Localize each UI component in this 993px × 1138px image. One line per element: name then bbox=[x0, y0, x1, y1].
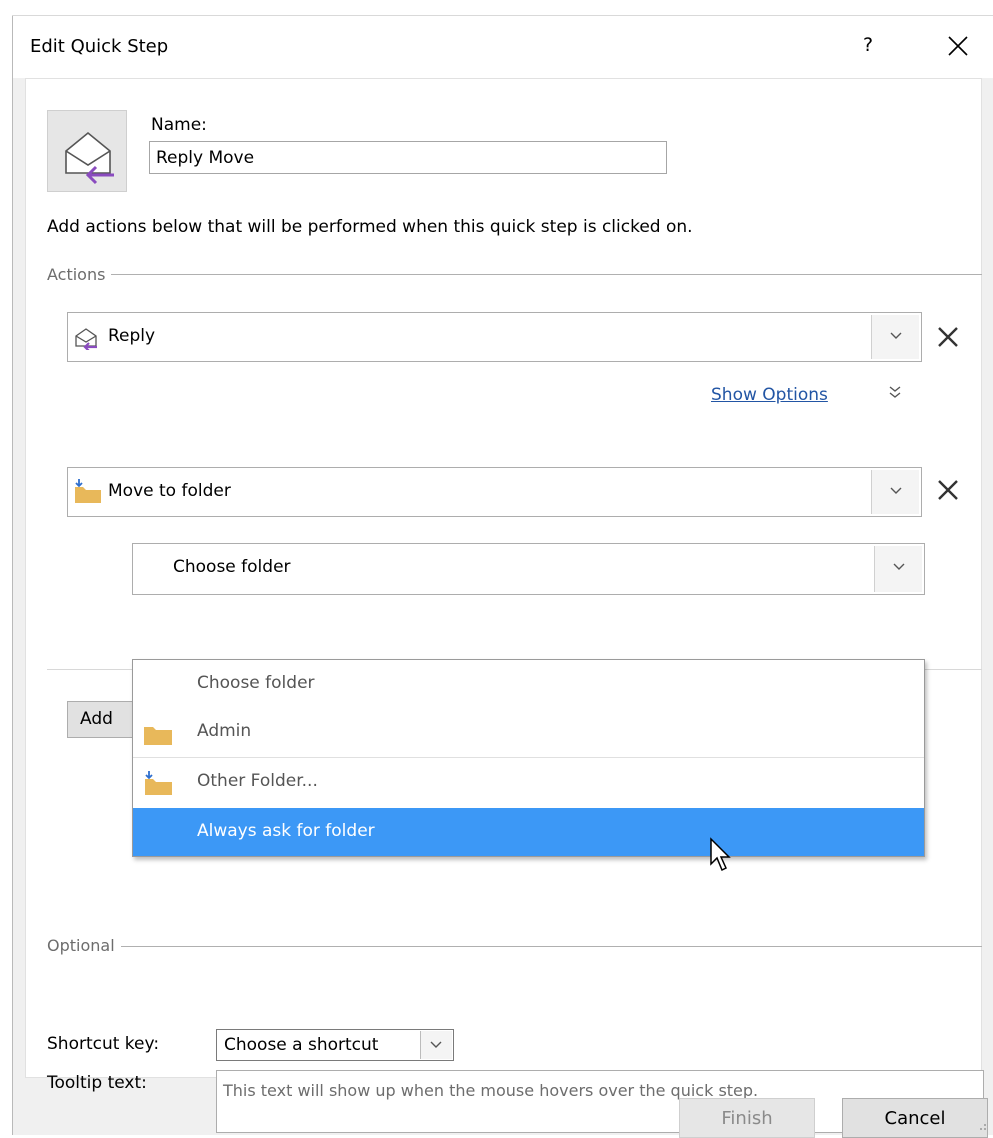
chevron-down-icon bbox=[430, 1041, 442, 1048]
shortcut-key-label: Shortcut key: bbox=[47, 1034, 160, 1054]
chevron-down-icon bbox=[890, 332, 902, 339]
close-icon bbox=[948, 36, 968, 56]
close-icon bbox=[938, 480, 958, 500]
action-label: Reply bbox=[108, 326, 156, 346]
tooltip-text-label: Tooltip text: bbox=[47, 1073, 147, 1093]
dropdown-option-choose-folder[interactable]: Choose folder bbox=[133, 660, 924, 708]
shortcut-key-value: Choose a shortcut bbox=[224, 1035, 379, 1055]
edit-quick-step-dialog: Edit Quick Step ? Name: Add actions belo… bbox=[12, 16, 993, 1138]
optional-section-label: Optional bbox=[47, 936, 121, 955]
name-input[interactable] bbox=[149, 141, 667, 174]
actions-section-label: Actions bbox=[47, 265, 112, 284]
dropdown-option-other-folder[interactable]: Other Folder... bbox=[133, 758, 924, 806]
option-label: Always ask for folder bbox=[197, 821, 375, 841]
option-label: Choose folder bbox=[197, 673, 315, 693]
dialog-body: Name: Add actions below that will be per… bbox=[25, 78, 984, 1133]
action-dropdown-button[interactable] bbox=[871, 470, 919, 514]
option-label: Other Folder... bbox=[197, 771, 318, 791]
expand-chevrons-icon[interactable] bbox=[888, 385, 902, 405]
remove-action-button[interactable] bbox=[930, 319, 966, 355]
name-label: Name: bbox=[151, 115, 207, 135]
show-options-link[interactable]: Show Options bbox=[711, 385, 828, 405]
shortcut-dropdown-button[interactable] bbox=[420, 1031, 452, 1059]
quick-step-icon-picker[interactable] bbox=[47, 110, 127, 192]
folder-dropdown-button[interactable] bbox=[874, 546, 922, 592]
instructions-text: Add actions below that will be performed… bbox=[47, 217, 693, 237]
action-label: Move to folder bbox=[108, 481, 231, 501]
background-window-edge bbox=[0, 0, 12, 1135]
cancel-button[interactable]: Cancel bbox=[842, 1098, 988, 1138]
background-window-strip bbox=[0, 0, 993, 16]
option-label: Admin bbox=[197, 721, 252, 741]
resize-grip-icon[interactable] bbox=[977, 1121, 987, 1131]
help-button[interactable]: ? bbox=[853, 34, 883, 62]
folder-select[interactable]: Choose folder bbox=[132, 543, 925, 595]
mouse-cursor-icon bbox=[709, 837, 739, 881]
dropdown-option-admin[interactable]: Admin bbox=[133, 708, 924, 756]
action-select-move-to-folder[interactable]: Move to folder bbox=[67, 467, 922, 517]
actions-divider bbox=[47, 274, 982, 275]
remove-action-button[interactable] bbox=[930, 472, 966, 508]
folder-dropdown-list: Choose folder Admin Other Folder... Alwa… bbox=[132, 659, 925, 857]
shortcut-key-select[interactable]: Choose a shortcut bbox=[216, 1029, 454, 1061]
action-select-reply[interactable]: Reply bbox=[67, 312, 922, 362]
folder-select-value: Choose folder bbox=[173, 557, 291, 577]
folder-icon bbox=[144, 727, 172, 745]
title-bar: Edit Quick Step ? bbox=[13, 16, 993, 78]
move-folder-icon bbox=[145, 771, 172, 795]
close-icon bbox=[938, 327, 958, 347]
close-button[interactable] bbox=[938, 30, 978, 64]
move-folder-icon bbox=[75, 479, 101, 503]
chevron-down-icon bbox=[893, 563, 905, 570]
dropdown-option-always-ask[interactable]: Always ask for folder bbox=[133, 808, 924, 856]
action-dropdown-button[interactable] bbox=[871, 315, 919, 359]
finish-button[interactable]: Finish bbox=[679, 1098, 815, 1138]
optional-divider bbox=[47, 946, 982, 947]
reply-envelope-icon bbox=[75, 328, 97, 350]
reply-envelope-icon bbox=[65, 131, 114, 185]
dialog-title: Edit Quick Step bbox=[30, 36, 169, 57]
chevron-down-icon bbox=[890, 487, 902, 494]
